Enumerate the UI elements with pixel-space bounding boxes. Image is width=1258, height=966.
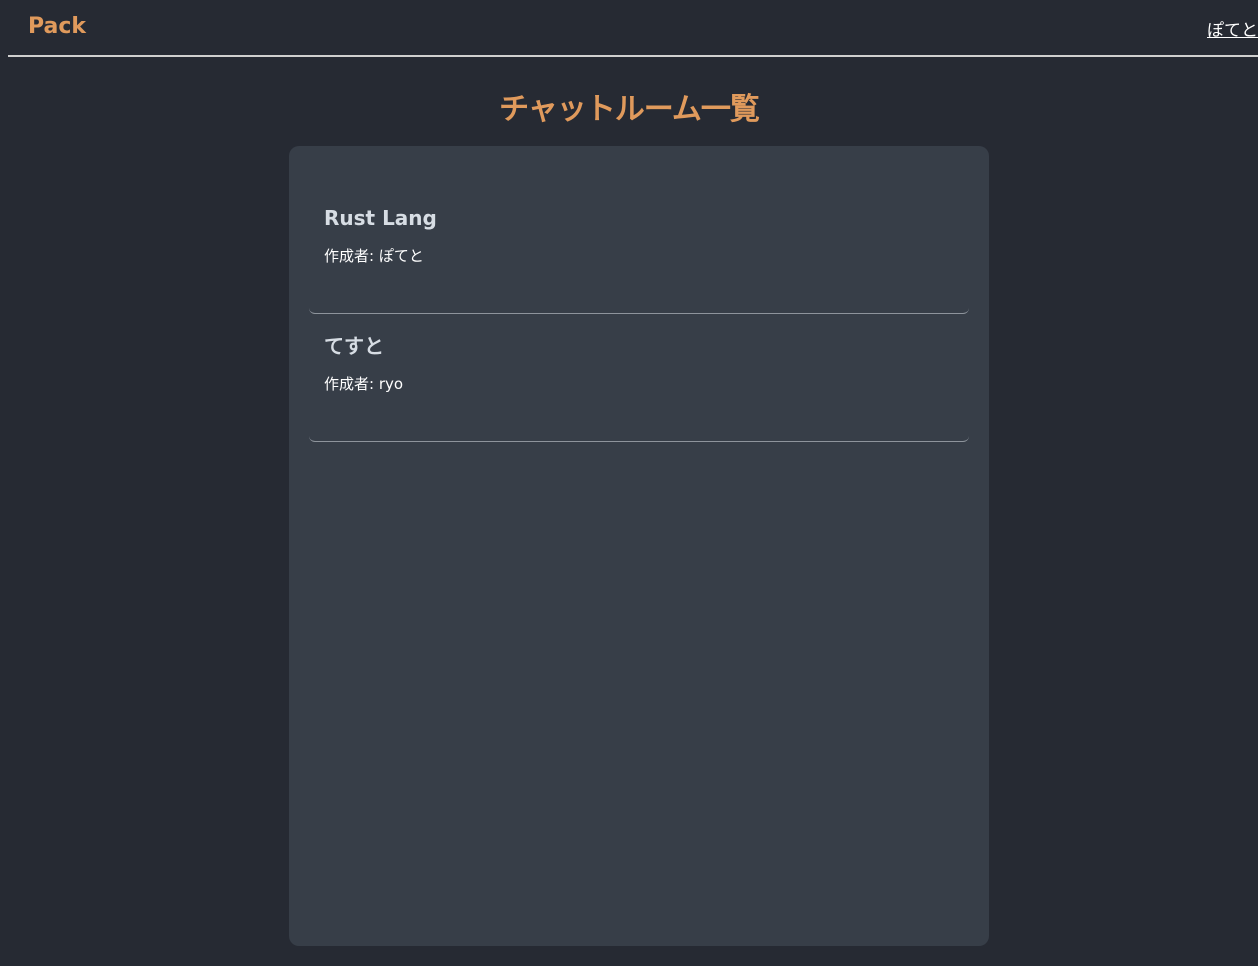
chatroom-list: Rust Lang 作成者: ぽてと てすと 作成者: ryo	[289, 146, 989, 946]
chatroom-item[interactable]: てすと 作成者: ryo	[309, 314, 969, 442]
brand-link[interactable]: Pack	[28, 14, 86, 39]
creator-name: ぽてと	[378, 247, 424, 265]
chatroom-creator: 作成者: ryo	[324, 372, 954, 396]
chatroom-item[interactable]: Rust Lang 作成者: ぽてと	[309, 186, 969, 314]
page-title: チャットルーム一覧	[499, 92, 760, 127]
chatroom-name[interactable]: Rust Lang	[324, 202, 954, 234]
user-link[interactable]: ぽてと	[1207, 16, 1258, 41]
header: Pack ぽてと	[8, 0, 1258, 57]
creator-label: 作成者:	[324, 375, 375, 393]
creator-name: ryo	[378, 375, 404, 393]
chatroom-creator: 作成者: ぽてと	[324, 244, 954, 268]
creator-label: 作成者:	[324, 247, 375, 265]
chatroom-name[interactable]: てすと	[324, 330, 954, 362]
